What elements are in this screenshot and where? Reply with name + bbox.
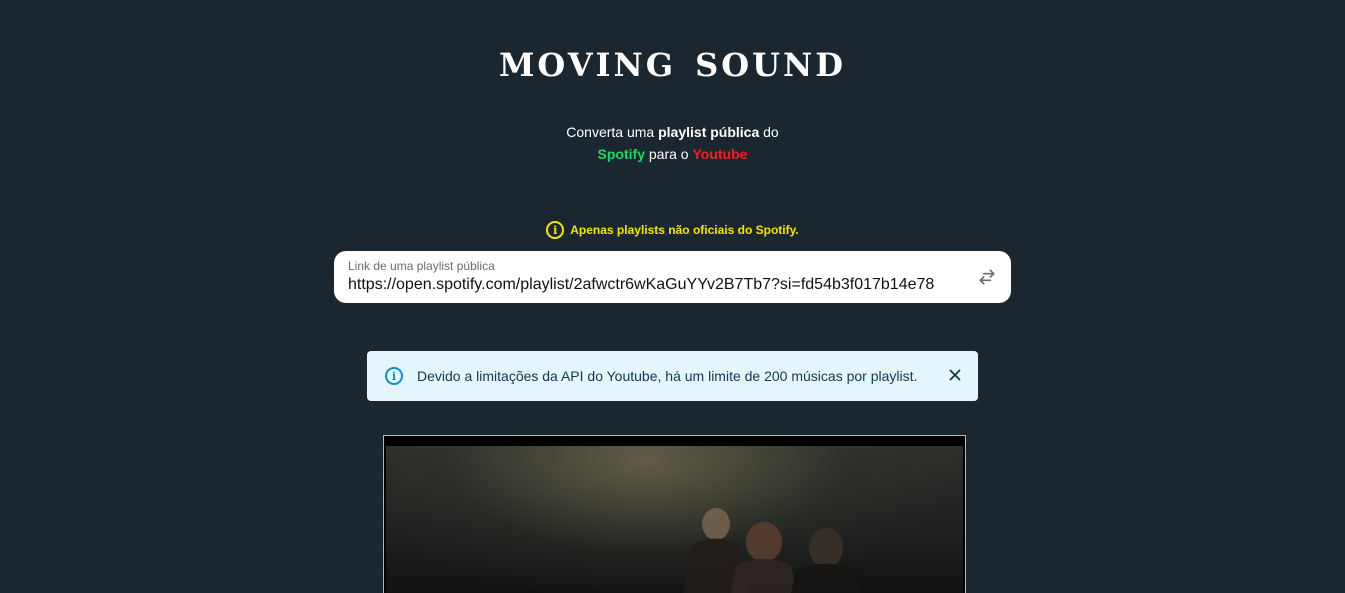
- tagline: Converta uma playlist pública do Spotify…: [0, 121, 1345, 165]
- tagline-middle: para o: [645, 146, 693, 162]
- tagline-text-end: do: [759, 124, 779, 140]
- spotify-label: Spotify: [597, 146, 645, 162]
- playlist-link-label: Link de uma playlist pública: [348, 259, 495, 273]
- info-icon: i: [385, 367, 403, 385]
- swap-arrows-icon[interactable]: [977, 267, 997, 287]
- playlist-notice: i Apenas playlists não oficiais do Spoti…: [0, 221, 1345, 239]
- info-icon: i: [546, 221, 565, 239]
- playlist-notice-text: Apenas playlists não oficiais do Spotify…: [570, 223, 799, 237]
- app-logo: moving sound: [498, 33, 846, 87]
- tagline-text: Converta uma: [566, 124, 659, 140]
- video-thumbnail: [386, 446, 963, 593]
- tagline-line-2: Spotify para o Youtube: [0, 143, 1345, 165]
- tagline-bold: playlist pública: [658, 124, 760, 140]
- tagline-line-1: Converta uma playlist pública do: [0, 121, 1345, 143]
- playlist-link-input[interactable]: [348, 276, 958, 294]
- playlist-link-field[interactable]: Link de uma playlist pública: [334, 251, 1011, 303]
- video-silhouettes: [683, 508, 863, 593]
- youtube-label: Youtube: [692, 146, 748, 162]
- api-limit-alert: i Devido a limitações da API do Youtube,…: [367, 351, 978, 401]
- close-icon[interactable]: [946, 366, 964, 384]
- video-player[interactable]: [383, 435, 966, 593]
- api-limit-alert-text: Devido a limitações da API do Youtube, h…: [417, 368, 918, 384]
